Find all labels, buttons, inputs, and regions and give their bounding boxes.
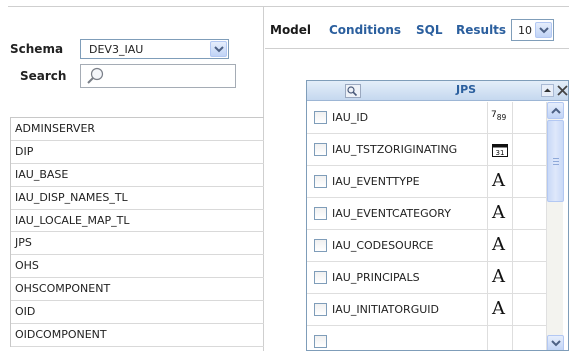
column-name: IAU_EVENTCATEGORY [332,207,451,220]
text-type-icon: A [492,234,505,255]
table-row: IAU_ID 789 [307,102,546,134]
jps-table-panel[interactable]: JPS IAU_ID 789 IAU_TSTZORIGINATING 31 IA… [306,80,569,351]
column-checkbox[interactable] [314,239,327,252]
column-checkbox[interactable] [314,143,327,156]
scroll-down-button[interactable] [547,335,564,350]
list-item[interactable]: IAU_LOCALE_MAP_TL [11,210,264,233]
table-row: IAU_PRINCIPALS A [307,262,546,294]
column-checkbox[interactable] [314,207,327,220]
column-name: IAU_EVENTTYPE [332,175,420,188]
schema-label: Schema [10,42,64,56]
column-list: IAU_ID 789 IAU_TSTZORIGINATING 31 IAU_EV… [307,102,546,350]
search-input[interactable] [80,64,236,88]
tab-conditions[interactable]: Conditions [329,23,401,37]
table-row: IAU_TSTZORIGINATING 31 [307,134,546,166]
number-icon: 789 [491,110,507,122]
text-type-icon: A [492,170,505,191]
results-count-value: 10 [518,24,532,37]
chevron-up-icon [551,107,561,114]
collapse-icon[interactable] [541,84,554,97]
list-item[interactable]: JPS [11,232,264,256]
column-name: IAU_INITIATORGUID [332,303,439,316]
close-icon[interactable] [556,84,569,97]
list-item[interactable]: IAU_DISP_NAMES_TL [11,187,264,210]
magnifier-icon[interactable] [345,84,361,98]
list-item[interactable]: OHS [11,255,264,279]
vertical-scrollbar[interactable] [546,102,564,350]
table-row: IAU_EVENTTYPE A [307,166,546,198]
calendar-icon: 31 [492,144,508,157]
list-item[interactable]: ADMINSERVER [11,118,264,141]
text-type-icon: A [492,202,505,223]
jps-panel-header[interactable]: JPS [307,81,569,101]
table-row [307,326,546,350]
text-type-icon: A [492,266,505,287]
search-label: Search [20,69,67,83]
schema-select[interactable]: DEV3_IAU [80,39,229,59]
column-name: IAU_CODESOURCE [332,239,434,252]
chevron-down-icon [551,340,561,347]
column-name: IAU_TSTZORIGINATING [332,143,458,156]
scrollbar-thumb[interactable] [547,120,564,202]
results-count-select[interactable]: 10 [511,19,554,41]
table-row: IAU_EVENTCATEGORY A [307,198,546,230]
list-item[interactable]: OHSCOMPONENT [11,278,264,302]
column-checkbox[interactable] [314,303,327,316]
column-checkbox[interactable] [314,271,327,284]
table-row: IAU_CODESOURCE A [307,230,546,262]
jps-panel-title: JPS [456,83,477,96]
svg-text:31: 31 [496,149,505,157]
column-name: IAU_ID [332,111,369,124]
column-checkbox[interactable] [314,335,327,348]
tab-results[interactable]: Results [456,23,506,37]
search-icon [87,67,104,84]
schema-row: Schema DEV3_IAU [8,39,264,61]
table-row: IAU_INITIATORGUID A [307,294,546,326]
chevron-down-icon[interactable] [535,22,552,38]
list-item[interactable]: DIP [11,141,264,164]
text-type-icon: A [492,298,505,319]
schema-browser-panel: Schema DEV3_IAU Search ADMINSERVER DIP I… [8,7,264,351]
list-item[interactable]: OID [11,301,264,325]
table-list: ADMINSERVER DIP IAU_BASE IAU_DISP_NAMES_… [10,117,264,347]
chevron-down-icon[interactable] [210,41,227,57]
tab-model[interactable]: Model [270,23,311,37]
column-checkbox[interactable] [314,111,327,124]
list-item[interactable]: IAU_BASE [11,164,264,187]
column-checkbox[interactable] [314,175,327,188]
scroll-up-button[interactable] [547,102,564,119]
header-divider [265,48,569,49]
list-item[interactable]: OIDCOMPONENT [11,324,264,347]
column-name: IAU_PRINCIPALS [332,271,420,284]
tab-sql[interactable]: SQL [416,23,443,37]
schema-select-value: DEV3_IAU [89,43,144,56]
